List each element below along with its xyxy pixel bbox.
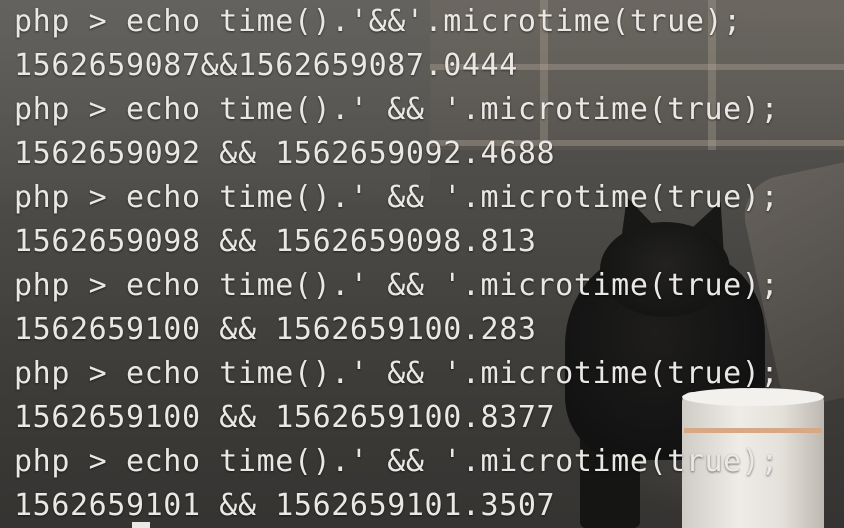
terminal-prompt-line: php > echo time().' && '.microtime(true)… <box>14 268 780 303</box>
terminal-window[interactable]: php > echo time().'&&'.microtime(true); … <box>0 0 844 528</box>
terminal-prompt-line: php > echo time().' && '.microtime(true)… <box>14 356 780 391</box>
terminal-cursor <box>132 522 150 528</box>
terminal-output[interactable]: php > echo time().'&&'.microtime(true); … <box>0 0 844 528</box>
terminal-prompt-line: php > echo time().'&&'.microtime(true); <box>14 4 742 39</box>
terminal-output-line: 1562659098 && 1562659098.813 <box>14 224 537 259</box>
terminal-prompt-line: php > echo time().' && '.microtime(true)… <box>14 180 780 215</box>
terminal-output-line: 1562659101 && 1562659101.3507 <box>14 488 556 523</box>
terminal-prompt-line: php > echo time().' && '.microtime(true)… <box>14 444 780 479</box>
terminal-output-line: 1562659092 && 1562659092.4688 <box>14 136 556 171</box>
terminal-output-line: 1562659087&&1562659087.0444 <box>14 48 518 83</box>
terminal-prompt-line: php > echo time().' && '.microtime(true)… <box>14 92 780 127</box>
terminal-output-line: 1562659100 && 1562659100.283 <box>14 312 537 347</box>
terminal-output-line: 1562659100 && 1562659100.8377 <box>14 400 556 435</box>
